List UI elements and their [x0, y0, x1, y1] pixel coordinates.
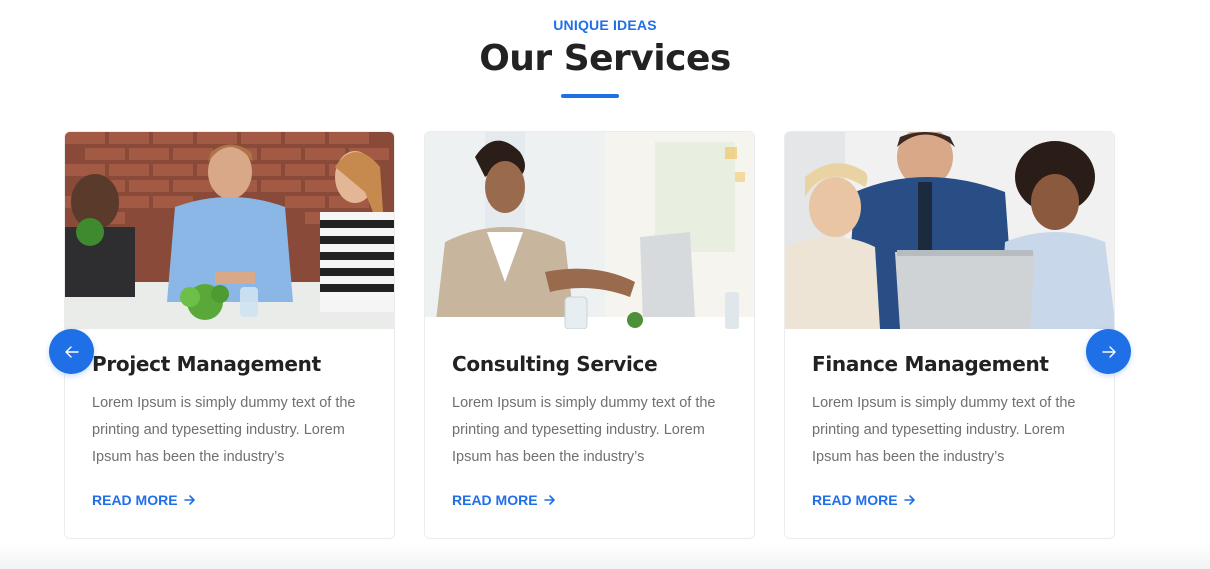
card-description: Lorem Ipsum is simply dummy text of the …	[812, 395, 1076, 465]
section-bottom-edge	[0, 543, 1210, 569]
read-more-link[interactable]: READ MORE	[92, 492, 196, 508]
card-description: Lorem Ipsum is simply dummy text of the …	[452, 395, 716, 465]
read-more-label: READ MORE	[812, 492, 898, 508]
read-more-link[interactable]: READ MORE	[452, 492, 556, 508]
card-title: Project Management	[92, 352, 321, 376]
read-more-label: READ MORE	[92, 492, 178, 508]
team-meeting-photo	[65, 132, 394, 329]
service-card-consulting-service: Consulting Service Lorem Ipsum is simply…	[424, 131, 755, 539]
services-section: UNIQUE IDEAS Our Services Project Manage…	[0, 0, 1210, 569]
section-title: Our Services	[479, 38, 731, 79]
title-underline	[561, 94, 619, 98]
service-card-finance-management: Finance Management Lorem Ipsum is simply…	[784, 131, 1115, 539]
service-card-project-management: Project Management Lorem Ipsum is simply…	[64, 131, 395, 539]
arrow-right-icon	[543, 495, 555, 505]
card-title: Consulting Service	[452, 352, 658, 376]
team-at-laptop-photo	[785, 132, 1114, 329]
card-description: Lorem Ipsum is simply dummy text of the …	[92, 395, 356, 465]
arrow-right-icon	[1101, 345, 1116, 358]
arrow-left-icon	[64, 345, 79, 358]
read-more-label: READ MORE	[452, 492, 538, 508]
card-title: Finance Management	[812, 352, 1049, 376]
section-eyebrow: UNIQUE IDEAS	[553, 17, 657, 33]
carousel-next-button[interactable]	[1086, 329, 1131, 374]
arrow-right-icon	[183, 495, 195, 505]
arrow-right-icon	[903, 495, 915, 505]
carousel-prev-button[interactable]	[49, 329, 94, 374]
read-more-link[interactable]: READ MORE	[812, 492, 916, 508]
woman-with-laptop-photo	[425, 132, 754, 329]
